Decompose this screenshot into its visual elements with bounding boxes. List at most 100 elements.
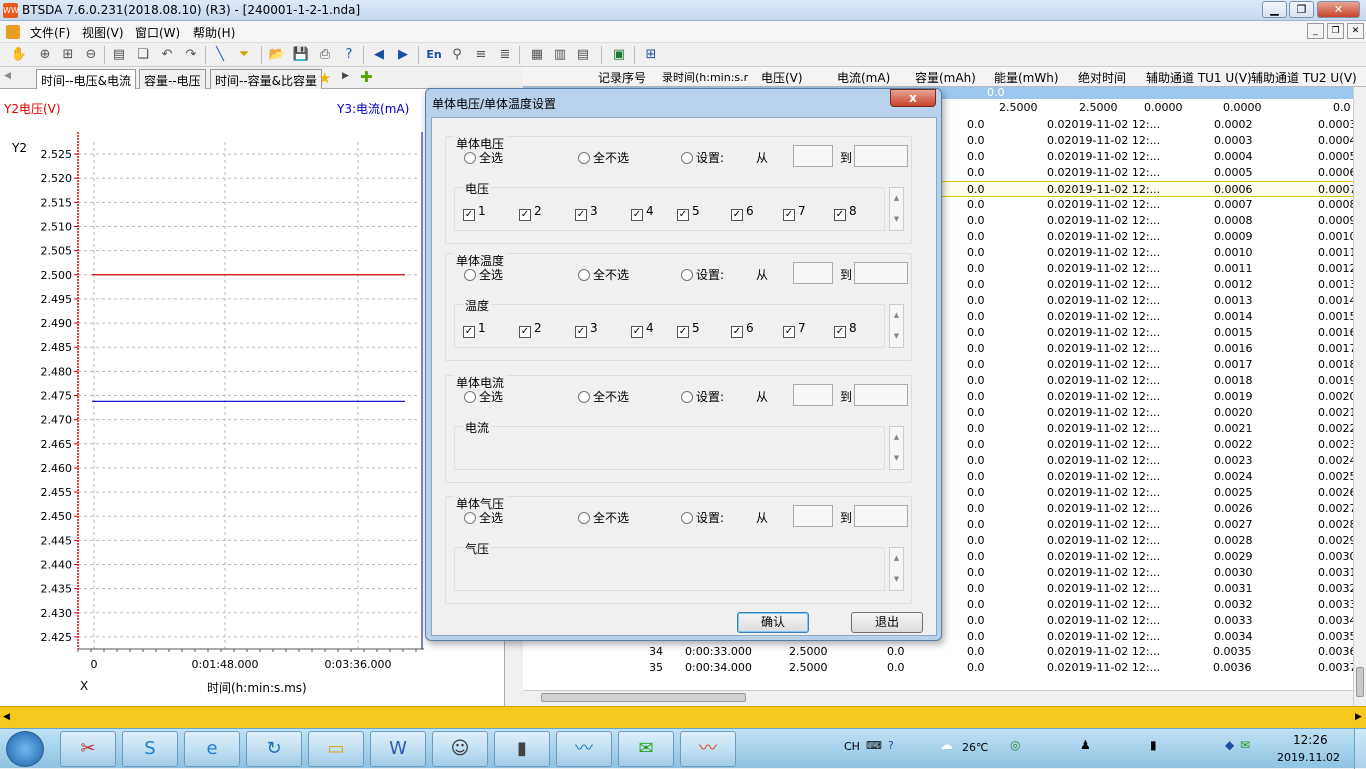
ok-button[interactable]: 确认 [737, 612, 809, 633]
show-desktop-button[interactable] [1354, 729, 1366, 769]
taskbar-app-btsda-icon[interactable]: 〰 [680, 731, 736, 767]
menu-file[interactable]: 文件(F) [30, 24, 70, 41]
table-row[interactable]: 34 0:00:33.000 2.5000 0.0 0.0 0.02019-11… [523, 645, 1353, 661]
range-to-input[interactable] [854, 145, 908, 167]
taskbar-app-word-icon[interactable]: W [370, 731, 426, 767]
mdi-close-button[interactable]: ✕ [1347, 23, 1364, 39]
radio-select-none[interactable]: 全不选 [578, 266, 629, 283]
radio-select-all[interactable]: 全选 [464, 509, 503, 526]
table-rows-icon[interactable]: ▤ [574, 46, 592, 64]
tab-scroll-left-icon[interactable]: ◀ [4, 71, 11, 81]
col-absolute-time[interactable]: 绝对时间 [1078, 69, 1126, 86]
range-from-input[interactable] [793, 505, 833, 527]
range-from-input[interactable] [793, 145, 833, 167]
taskbar-app-face-icon[interactable]: ☺ [432, 731, 488, 767]
channel-checkbox[interactable]: ✓ 2 [519, 204, 542, 221]
mdi-restore-button[interactable]: ❐ [1327, 23, 1344, 39]
maximize-button[interactable]: ❐ [1289, 1, 1314, 18]
wechat-tray-icon[interactable]: ✉ [1240, 738, 1250, 752]
table-columns-icon[interactable]: ▥ [551, 46, 569, 64]
status-scroll-left-icon[interactable]: ◀ [3, 712, 10, 722]
channel-scroll-spinner[interactable]: ▲ ▼ [889, 426, 904, 470]
col-aux-tu2[interactable]: 辅助通道 TU2 U(V) [1251, 69, 1357, 86]
pin-icon[interactable]: ⚲ [448, 46, 466, 64]
channel-scroll-spinner[interactable]: ▲ ▼ [889, 187, 904, 231]
taskbar-app-sogou-icon[interactable]: S [122, 731, 178, 767]
start-button[interactable] [6, 731, 44, 767]
network-icon[interactable]: ▮ [1150, 738, 1157, 752]
menu-view[interactable]: 视图(V) [82, 24, 124, 41]
print-icon[interactable]: ⎙ [316, 46, 334, 64]
channel-checkbox[interactable]: ✓ 4 [631, 321, 654, 338]
status-scroll-right-icon[interactable]: ▶ [1355, 712, 1362, 722]
radio-set-range[interactable]: 设置: [681, 266, 724, 283]
redo-icon[interactable]: ↷ [182, 46, 200, 64]
radio-select-all[interactable]: 全选 [464, 149, 503, 166]
undo-icon[interactable]: ↶ [158, 46, 176, 64]
range-to-input[interactable] [854, 384, 908, 406]
scroll-thumb[interactable] [541, 693, 746, 702]
filter-icon[interactable]: ⏷ [235, 46, 253, 64]
channel-scroll-spinner[interactable]: ▲ ▼ [889, 304, 904, 348]
grid-vertical-scrollbar[interactable] [1353, 87, 1366, 706]
channel-checkbox[interactable]: ✓ 3 [575, 204, 598, 221]
radio-set-range[interactable]: 设置: [681, 388, 724, 405]
tray-icon[interactable]: ◆ [1225, 738, 1234, 752]
channel-checkbox[interactable]: ✓ 4 [631, 204, 654, 221]
tab-scroll-right-icon[interactable]: ▶ [342, 71, 349, 81]
keyboard-icon[interactable]: ⌨ [866, 739, 882, 752]
input-language[interactable]: CH [844, 740, 860, 753]
channel-checkbox[interactable]: ✓ 3 [575, 321, 598, 338]
channel-checkbox[interactable]: ✓ 2 [519, 321, 542, 338]
radio-select-none[interactable]: 全不选 [578, 388, 629, 405]
range-from-input[interactable] [793, 262, 833, 284]
radio-select-all[interactable]: 全选 [464, 388, 503, 405]
radio-select-none[interactable]: 全不选 [578, 509, 629, 526]
channel-checkbox[interactable]: ✓ 1 [463, 204, 486, 221]
help-icon[interactable]: ? [340, 46, 358, 64]
channel-checkbox[interactable]: ✓ 5 [677, 204, 700, 221]
menu-window[interactable]: 窗口(W) [135, 24, 180, 41]
taskbar-app-monitor-icon[interactable]: 〰 [556, 731, 612, 767]
channel-checkbox[interactable]: ✓ 1 [463, 321, 486, 338]
range-from-input[interactable] [793, 384, 833, 406]
menu-help[interactable]: 帮助(H) [193, 24, 235, 41]
help-tray-icon[interactable]: ? [888, 739, 894, 752]
channel-checkbox[interactable]: ✓ 7 [783, 204, 806, 221]
col-record-no[interactable]: 记录序号 [598, 69, 646, 86]
weather-temperature[interactable]: 26℃ [962, 741, 988, 754]
taskbar-app-device-icon[interactable]: ▮ [494, 731, 550, 767]
channel-checkbox[interactable]: ✓ 6 [731, 204, 754, 221]
col-voltage[interactable]: 电压(V) [761, 69, 803, 86]
taskbar-app-update-icon[interactable]: ↻ [246, 731, 302, 767]
taskbar-app-explorer-icon[interactable]: ▭ [308, 731, 364, 767]
copy-icon[interactable]: ❏ [134, 46, 152, 64]
align-left-icon[interactable]: ≡ [472, 46, 490, 64]
favorite-star-icon[interactable]: ★ [318, 69, 331, 87]
range-to-input[interactable] [854, 262, 908, 284]
table-row[interactable]: 35 0:00:34.000 2.5000 0.0 0.0 0.02019-11… [523, 661, 1353, 677]
channel-checkbox[interactable]: ✓ 6 [731, 321, 754, 338]
minimize-button[interactable]: ▁ [1262, 1, 1287, 18]
tab-capacity-voltage[interactable]: 容量--电压 [139, 69, 206, 89]
btsda-app-icon[interactable]: WW [3, 3, 19, 18]
weather-cloud-icon[interactable]: ☁ [940, 738, 953, 753]
col-current[interactable]: 电流(mA) [837, 69, 890, 86]
mdi-minimize-button[interactable]: _ [1307, 23, 1324, 39]
col-capacity[interactable]: 容量(mAh) [915, 69, 976, 86]
clock-time[interactable]: 12:26 [1293, 733, 1328, 747]
scroll-thumb[interactable] [1356, 667, 1364, 697]
zoom-out-icon[interactable]: ⊖ [82, 46, 100, 64]
document-icon[interactable] [6, 25, 20, 39]
radio-set-range[interactable]: 设置: [681, 149, 724, 166]
previous-icon[interactable]: ◀ [370, 46, 388, 64]
radio-set-range[interactable]: 设置: [681, 509, 724, 526]
col-record-time[interactable]: 录时间(h:min:s.r [662, 69, 748, 85]
line-tool-icon[interactable]: ╲ [211, 46, 229, 64]
col-aux-tu1[interactable]: 辅助通道 TU1 U(V) [1146, 69, 1252, 86]
align-right-icon[interactable]: ≣ [496, 46, 514, 64]
radio-select-all[interactable]: 全选 [464, 266, 503, 283]
range-to-input[interactable] [854, 505, 908, 527]
table-icon[interactable]: ▦ [528, 46, 546, 64]
qq-tray-icon[interactable]: ♟ [1080, 738, 1091, 752]
